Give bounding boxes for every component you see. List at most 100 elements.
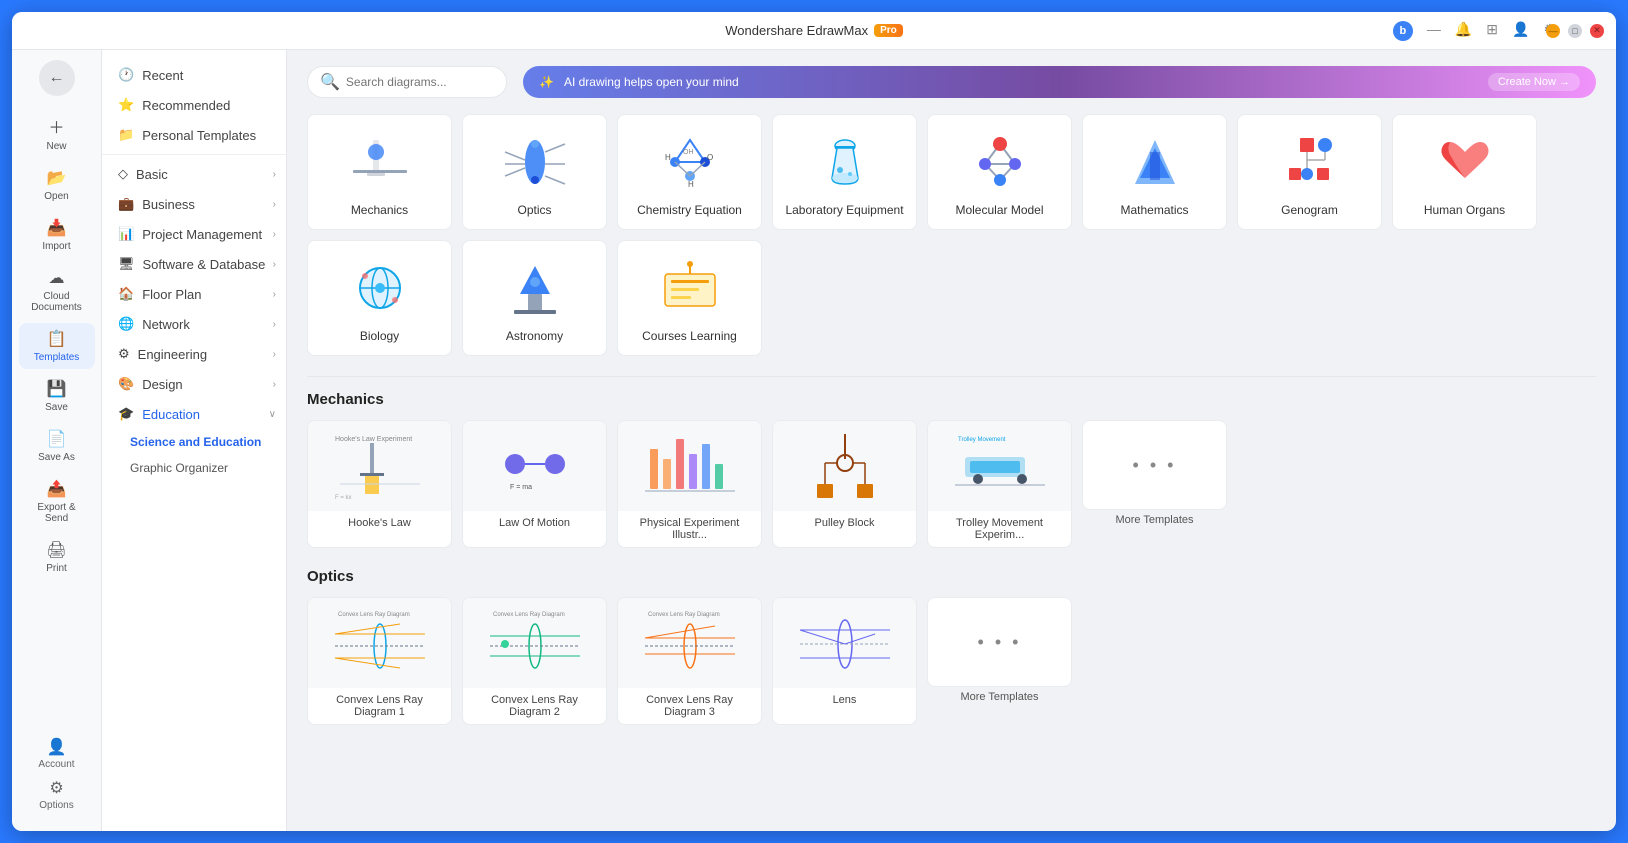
templates-icon: 📋 xyxy=(47,329,67,349)
close-button[interactable]: ✕ xyxy=(1590,24,1604,38)
nav-software-label: Software & Database xyxy=(143,257,266,272)
chevron-down-icon: ∨ xyxy=(269,409,276,420)
pulley-thumb xyxy=(773,421,916,511)
pro-badge: Pro xyxy=(874,24,903,37)
svg-text:OH: OH xyxy=(683,149,694,156)
mechanics-more-templates[interactable]: • • • xyxy=(1082,420,1227,510)
category-mathematics[interactable]: Mathematics xyxy=(1082,114,1227,230)
optics-more-dots-icon: • • • xyxy=(978,632,1022,653)
nav-item-engineering[interactable]: ⚙ Engineering › xyxy=(102,339,286,369)
nav-design-label: Design xyxy=(142,377,182,392)
software-icon: 🖥 xyxy=(118,256,135,272)
nav-item-personal[interactable]: 📁 Personal Templates xyxy=(102,120,286,150)
nav-item-project[interactable]: 📊 Project Management › xyxy=(102,219,286,249)
chemistry-label: Chemistry Equation xyxy=(637,203,742,217)
template-law-motion[interactable]: F = ma Law Of Motion xyxy=(462,420,607,548)
nav-sub-graphic[interactable]: Graphic Organizer xyxy=(102,455,286,481)
svg-text:F = kx: F = kx xyxy=(335,495,352,501)
maximize-button[interactable]: □ xyxy=(1568,24,1582,38)
svg-text:Convex Lens Ray Diagram: Convex Lens Ray Diagram xyxy=(648,612,720,618)
category-human-organs[interactable]: Human Organs xyxy=(1392,114,1537,230)
bell-icon: 🔔 xyxy=(1455,21,1472,41)
template-lens2[interactable]: Convex Lens Ray Diagram Convex Lens Ray … xyxy=(462,597,607,725)
chevron-right-icon5: › xyxy=(273,289,276,300)
mathematics-icon xyxy=(1115,127,1195,197)
sidebar-account[interactable]: 👤 Account xyxy=(38,737,74,770)
template-lens[interactable]: Lens xyxy=(772,597,917,725)
astronomy-icon xyxy=(495,253,575,323)
nav-item-design[interactable]: 🎨 Design › xyxy=(102,369,286,399)
category-molecular[interactable]: Molecular Model xyxy=(927,114,1072,230)
user-avatar-icon: b xyxy=(1393,21,1413,41)
science-label: Science and Education xyxy=(130,435,261,449)
category-optics[interactable]: Optics xyxy=(462,114,607,230)
optics-more-templates-wrapper: • • • More Templates xyxy=(927,597,1072,725)
pulley-label: Pulley Block xyxy=(773,511,916,535)
ai-banner-text: AI drawing helps open your mind xyxy=(564,75,1478,89)
category-biology[interactable]: Biology xyxy=(307,240,452,356)
sidebar-item-import[interactable]: 📥 Import xyxy=(19,212,95,258)
sidebar-item-cloud[interactable]: ☁ Cloud Documents xyxy=(19,262,95,319)
nav-item-floor[interactable]: 🏠 Floor Plan › xyxy=(102,279,286,309)
search-input[interactable] xyxy=(346,75,486,89)
optics-section-title: Optics xyxy=(307,568,1596,585)
template-hookes-law[interactable]: Hooke's Law Experiment F = kx Hooke's La… xyxy=(307,420,452,548)
physical-thumb xyxy=(618,421,761,511)
biology-label: Biology xyxy=(360,329,399,343)
hookes-thumb: Hooke's Law Experiment F = kx xyxy=(308,421,451,511)
svg-text:H: H xyxy=(688,180,694,189)
molecular-icon xyxy=(960,127,1040,197)
ai-create-now-button[interactable]: Create Now → xyxy=(1488,73,1580,91)
category-genogram[interactable]: Genogram xyxy=(1237,114,1382,230)
category-astronomy[interactable]: Astronomy xyxy=(462,240,607,356)
sidebar-options[interactable]: ⚙ Options xyxy=(39,778,73,811)
category-lab[interactable]: Laboratory Equipment xyxy=(772,114,917,230)
template-pulley[interactable]: Pulley Block xyxy=(772,420,917,548)
nav-item-recommended[interactable]: ⭐ Recommended xyxy=(102,90,286,120)
template-trolley[interactable]: Trolley Movement Trolley Movement Experi… xyxy=(927,420,1072,548)
mechanics-more-templates-wrapper: • • • More Templates xyxy=(1082,420,1227,548)
sidebar-templates-label: Templates xyxy=(34,352,80,363)
nav-item-recent[interactable]: 🕐 Recent xyxy=(102,60,286,90)
courses-label: Courses Learning xyxy=(642,329,737,343)
nav-item-business[interactable]: 💼 Business › xyxy=(102,189,286,219)
app-title: Wondershare EdrawMax Pro xyxy=(725,23,903,38)
nav-sub-science[interactable]: Science and Education xyxy=(102,429,286,455)
template-lens1[interactable]: Convex Lens Ray Diagram Convex Lens Ray … xyxy=(307,597,452,725)
nav-item-network[interactable]: 🌐 Network › xyxy=(102,309,286,339)
nav-item-education[interactable]: 🎓 Education ∨ xyxy=(102,399,286,429)
template-lens3[interactable]: Convex Lens Ray Diagram Convex Lens Ray … xyxy=(617,597,762,725)
sidebar-item-save-as[interactable]: 📄 Save As xyxy=(19,423,95,469)
courses-icon xyxy=(650,253,730,323)
mechanics-icon xyxy=(340,127,420,197)
sidebar-item-print[interactable]: 🖨 Print xyxy=(19,534,95,580)
business-icon: 💼 xyxy=(118,196,134,212)
human-organs-label: Human Organs xyxy=(1424,203,1505,217)
back-button[interactable]: ← xyxy=(39,60,75,96)
sidebar-item-templates[interactable]: 📋 Templates xyxy=(19,323,95,369)
design-icon: 🎨 xyxy=(118,376,134,392)
nav-network-label: Network xyxy=(142,317,190,332)
sidebar-item-open[interactable]: 📂 Open xyxy=(19,162,95,208)
nav-item-basic[interactable]: ◇ Basic › xyxy=(102,159,286,189)
minimize-button[interactable]: — xyxy=(1546,24,1560,38)
category-courses[interactable]: Courses Learning xyxy=(617,240,762,356)
sidebar-import-label: Import xyxy=(42,241,70,252)
optics-template-grid: Convex Lens Ray Diagram Convex Lens Ray … xyxy=(307,597,1596,725)
sidebar-item-new[interactable]: ＋ New xyxy=(19,108,95,158)
search-box[interactable]: 🔍 xyxy=(307,66,507,98)
engineering-icon: ⚙ xyxy=(118,346,130,362)
basic-icon: ◇ xyxy=(118,166,128,182)
sidebar-item-export[interactable]: 📤 Export & Send xyxy=(19,473,95,530)
network-icon: 🌐 xyxy=(118,316,134,332)
template-physical[interactable]: Physical Experiment Illustr... xyxy=(617,420,762,548)
nav-item-software[interactable]: 🖥 Software & Database › xyxy=(102,249,286,279)
optics-label: Optics xyxy=(517,203,551,217)
svg-text:Trolley Movement: Trolley Movement xyxy=(958,437,1006,443)
optics-more-templates[interactable]: • • • xyxy=(927,597,1072,687)
sidebar-save-label: Save xyxy=(45,402,68,413)
genogram-label: Genogram xyxy=(1281,203,1338,217)
sidebar-item-save[interactable]: 💾 Save xyxy=(19,373,95,419)
category-chemistry[interactable]: H O H OH Chemistry Equation xyxy=(617,114,762,230)
category-mechanics[interactable]: Mechanics xyxy=(307,114,452,230)
